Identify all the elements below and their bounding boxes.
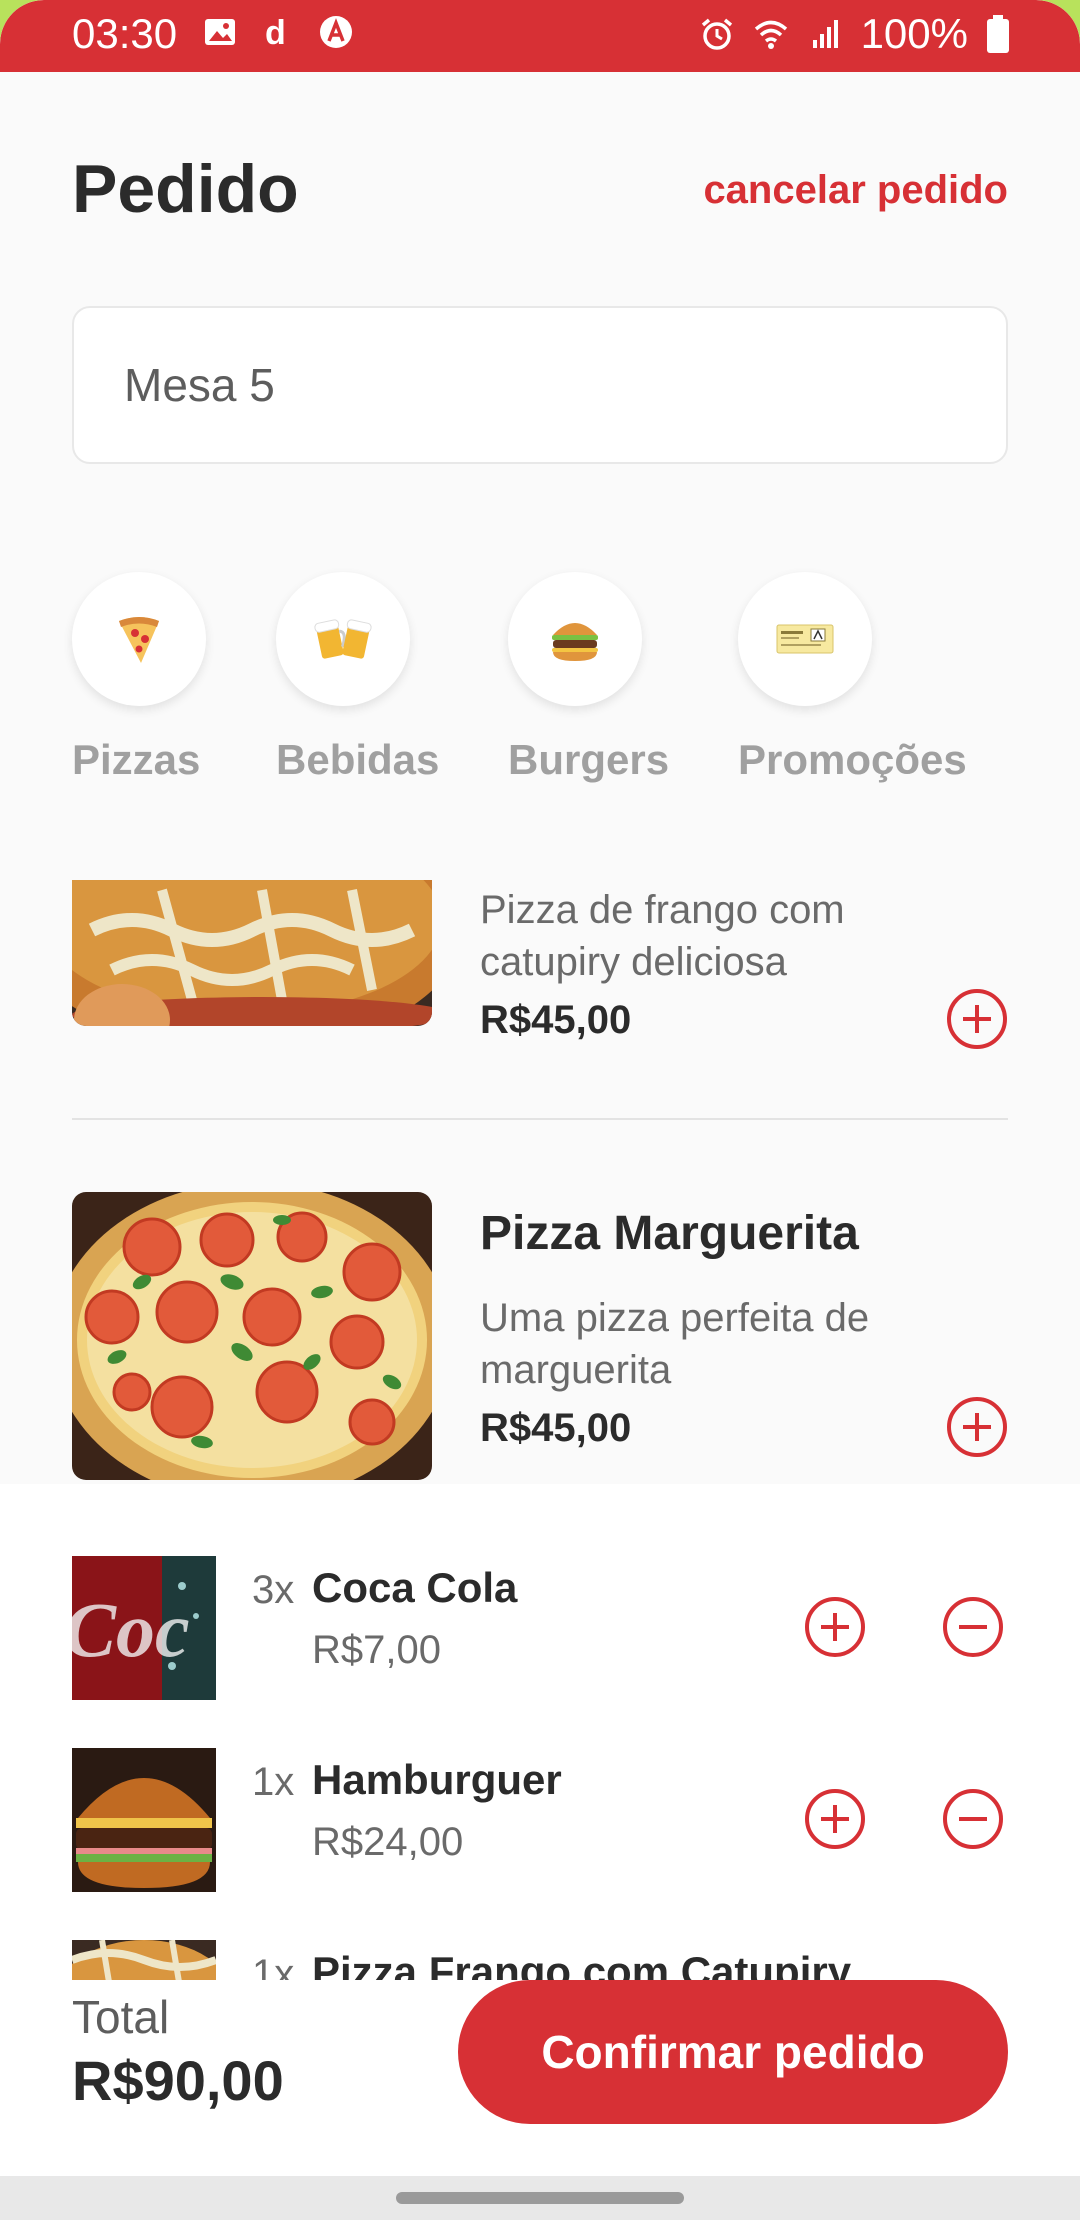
signal-icon bbox=[812, 20, 838, 48]
cart-item-name: Coca Cola bbox=[312, 1564, 518, 1611]
order-footer: Total R$90,00 Confirmar pedido bbox=[0, 1980, 1080, 2176]
increase-qty-button[interactable] bbox=[804, 1596, 866, 1658]
product-price: R$45,00 bbox=[480, 998, 632, 1042]
svg-text:Coc: Coc bbox=[72, 1586, 190, 1673]
add-product-button[interactable] bbox=[946, 988, 1008, 1050]
product-card[interactable]: Pizza de frango com catupiry deliciosa R… bbox=[72, 880, 1008, 1060]
product-name: Pizza Marguerita bbox=[480, 1207, 859, 1260]
cart-item-qty: 3x bbox=[252, 1568, 295, 1612]
app-screen: 03:30 d 100% Pedido cancelar pedido Pizz… bbox=[0, 0, 1080, 2220]
battery-percent: 100% bbox=[860, 10, 968, 57]
home-indicator[interactable] bbox=[396, 2192, 684, 2204]
beer-mugs-icon bbox=[314, 619, 372, 659]
decrease-qty-button[interactable] bbox=[942, 1596, 1004, 1658]
cart-item-name: Pizza Frango com Catupiry bbox=[312, 1948, 852, 1980]
wifi-icon bbox=[754, 20, 787, 49]
category-burgers[interactable]: Burgers bbox=[508, 572, 669, 784]
cancel-order-link[interactable]: cancelar pedido bbox=[703, 168, 1008, 213]
cart-item-qty: 1x bbox=[252, 1760, 295, 1804]
product-image bbox=[72, 880, 432, 1026]
cart-list[interactable]: Coc 3x Coca Cola R$7,00 1x Hamburguer R$… bbox=[0, 1484, 1080, 1980]
cart-item-name: Hamburguer bbox=[312, 1756, 562, 1803]
status-time: 03:30 bbox=[72, 10, 178, 57]
alarm-icon bbox=[701, 18, 732, 50]
d-app-icon: d bbox=[265, 14, 286, 50]
category-label: Burgers bbox=[508, 736, 670, 783]
category-label: Promoções bbox=[738, 736, 967, 783]
increase-qty-button[interactable] bbox=[804, 1788, 866, 1850]
ticket-icon bbox=[776, 624, 834, 654]
cart-item-qty: 1x bbox=[252, 1952, 295, 1980]
category-promocoes[interactable]: Promoções bbox=[738, 572, 967, 784]
a-app-icon bbox=[320, 16, 352, 48]
cart-item: 1x Hamburguer R$24,00 bbox=[72, 1748, 1008, 1892]
navigation-bar bbox=[0, 2176, 1080, 2220]
total-value: R$90,00 bbox=[72, 2049, 284, 2112]
cart-item-price: R$24,00 bbox=[312, 1820, 464, 1864]
gallery-icon bbox=[205, 19, 235, 45]
divider bbox=[72, 1118, 1008, 1120]
battery-icon bbox=[987, 15, 1009, 53]
product-list[interactable]: Pizza de frango com catupiry deliciosa R… bbox=[0, 880, 1080, 1484]
cart-item: Coc 3x Coca Cola R$7,00 bbox=[72, 1556, 1008, 1700]
product-description: Uma pizza perfeita de marguerita bbox=[480, 1296, 870, 1392]
page-title: Pedido bbox=[72, 151, 299, 227]
product-description: Pizza de frango com catupiry deliciosa bbox=[480, 888, 845, 984]
pizza-slice-icon bbox=[119, 617, 159, 663]
table-input[interactable] bbox=[72, 306, 1008, 464]
category-pizzas[interactable]: Pizzas bbox=[72, 572, 206, 784]
confirm-order-button[interactable]: Confirmar pedido bbox=[458, 1980, 1008, 2124]
decrease-qty-button[interactable] bbox=[942, 1788, 1004, 1850]
add-product-button[interactable] bbox=[946, 1396, 1008, 1458]
svg-text:d: d bbox=[265, 14, 286, 50]
cart-item-image bbox=[72, 1940, 216, 1980]
product-card[interactable]: Pizza Marguerita Uma pizza perfeita de m… bbox=[72, 1192, 1008, 1484]
total-label: Total bbox=[72, 1991, 170, 2043]
cart-item-image: Coc bbox=[72, 1556, 216, 1700]
cart-item-price: R$7,00 bbox=[312, 1628, 441, 1672]
category-bebidas[interactable]: Bebidas bbox=[276, 572, 439, 784]
category-label: Pizzas bbox=[72, 736, 201, 783]
cart-item: 1x Pizza Frango com Catupiry bbox=[72, 1940, 1008, 1980]
cart-item-image bbox=[72, 1748, 216, 1892]
category-label: Bebidas bbox=[276, 736, 440, 783]
product-price: R$45,00 bbox=[480, 1406, 632, 1450]
status-bar: 03:30 d 100% bbox=[0, 0, 1080, 72]
burger-icon bbox=[552, 623, 598, 661]
product-image bbox=[72, 1192, 432, 1480]
